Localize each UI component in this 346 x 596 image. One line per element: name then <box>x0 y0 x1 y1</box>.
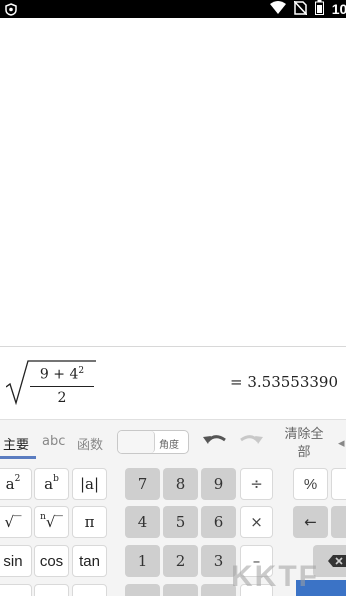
tab-abc[interactable]: abc <box>42 434 65 449</box>
key-sqrt[interactable]: √‾ <box>0 506 32 538</box>
key-6[interactable]: 6 <box>201 506 236 538</box>
status-clock: 10: <box>331 1 346 17</box>
key-row4-num-2[interactable] <box>163 584 198 596</box>
no-sim-icon <box>293 0 308 18</box>
battery-icon <box>314 0 324 18</box>
redo-icon[interactable] <box>238 432 264 452</box>
key-absolute[interactable]: |a| <box>72 468 107 500</box>
key-divide[interactable]: ÷ <box>240 468 273 500</box>
angle-toggle[interactable]: 角度 <box>117 430 189 454</box>
key-a-squared[interactable]: a2 <box>0 468 32 500</box>
key-tan[interactable]: tan <box>72 545 107 577</box>
key-right-partial[interactable] <box>331 468 346 500</box>
fraction-numerator: 9 + 42 <box>39 366 85 383</box>
clear-all-line2: 部 <box>297 445 311 460</box>
key-7[interactable]: 7 <box>125 468 160 500</box>
clear-all-line1: 清除全 <box>284 427 324 442</box>
wifi-icon <box>269 1 286 17</box>
key-9[interactable]: 9 <box>201 468 236 500</box>
key-cursor-right[interactable] <box>331 506 346 538</box>
key-8[interactable]: 8 <box>163 468 198 500</box>
key-row4-mid[interactable] <box>34 584 69 596</box>
key-percent[interactable]: % <box>293 468 328 500</box>
partial-edge-icon: ◂ <box>338 436 345 451</box>
watermark-logo: KKTF <box>231 560 319 593</box>
angle-toggle-label: 角度 <box>159 440 179 451</box>
toggle-knob <box>118 431 155 453</box>
key-cursor-left[interactable]: ← <box>293 506 328 538</box>
active-tab-indicator <box>0 456 36 459</box>
keyboard-tabs: 主要 abc 函数 角度 清除全 部 ◂ <box>0 420 346 462</box>
key-2[interactable]: 2 <box>163 545 198 577</box>
tab-functions[interactable]: 函数 <box>77 434 103 453</box>
backspace-icon <box>328 555 346 567</box>
key-nth-root[interactable]: n √‾ <box>34 506 69 538</box>
status-bar: 10: <box>0 0 346 18</box>
key-row4-num-1[interactable] <box>125 584 160 596</box>
undo-icon[interactable] <box>202 432 228 452</box>
result-value: = 3.53553390 <box>230 373 338 391</box>
key-1[interactable]: 1 <box>125 545 160 577</box>
tab-main[interactable]: 主要 <box>3 434 29 453</box>
key-pi[interactable]: π <box>72 506 107 538</box>
key-row4-right[interactable] <box>72 584 107 596</box>
clear-all-button[interactable]: 清除全 部 <box>272 426 336 462</box>
fraction-denominator: 2 <box>57 389 67 406</box>
key-multiply[interactable]: × <box>240 506 273 538</box>
key-4[interactable]: 4 <box>125 506 160 538</box>
key-row4-left[interactable] <box>0 584 32 596</box>
fraction: 9 + 42 2 <box>30 363 94 406</box>
expression-line[interactable]: 9 + 42 2 = 3.53553390 <box>0 346 346 419</box>
key-a-power-b[interactable]: ab <box>34 468 69 500</box>
key-cos[interactable]: cos <box>34 545 69 577</box>
key-5[interactable]: 5 <box>163 506 198 538</box>
fraction-bar <box>30 385 94 387</box>
key-sin[interactable]: sin <box>0 545 32 577</box>
app-shield-icon <box>4 2 18 16</box>
